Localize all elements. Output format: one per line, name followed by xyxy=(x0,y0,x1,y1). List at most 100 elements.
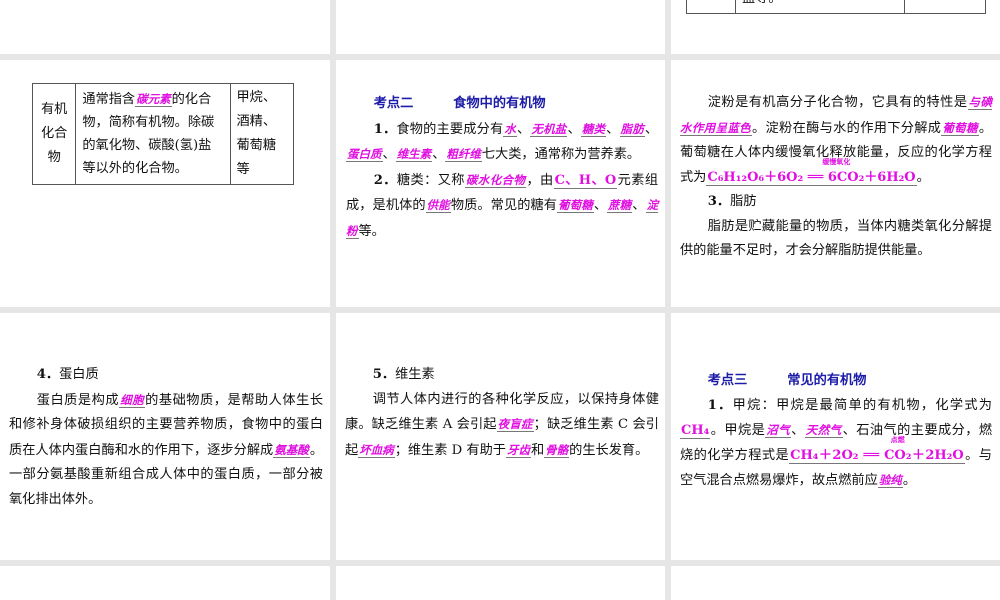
text: 、 xyxy=(791,423,805,438)
text: 。 xyxy=(902,473,916,488)
answer-blank: 碳水化合物 xyxy=(464,172,527,188)
text: 七大类，通常称为营养素。 xyxy=(481,147,641,162)
item-number: 3． xyxy=(707,194,731,209)
section-heading: 考点三 常见的有机物 xyxy=(707,373,867,388)
answer-blank: 无机盐 xyxy=(530,121,568,137)
answer-blank: 沼气 xyxy=(765,423,792,438)
text: 、 xyxy=(632,198,646,213)
slide-5-body: 考点二 食物中的有机物 1．食物的主要成分有水、无机盐、糖类、脂肪、蛋白质、维生素… xyxy=(346,92,658,244)
slide-8: 5．维生素 调节人体内进行的各种化学反应，以保持身体健康。缺乏维生素 A 会引起夜… xyxy=(336,313,665,560)
answer-blank: 夜盲症 xyxy=(496,417,534,432)
slide-6-body: 淀粉是有机高分子化合物，它具有的特性是与碘水作用呈蓝色。淀粉在酶与水的作用下分解… xyxy=(680,90,992,264)
answer-blank: 脂肪 xyxy=(619,121,645,137)
slide-1 xyxy=(0,0,330,54)
paragraphs: 1．甲烷：甲烷是最简单的有机物，化学式为CH₄。甲烷是沼气、天然气、石油气的主要… xyxy=(680,394,992,494)
answer-blank: C、H、O xyxy=(553,172,618,189)
organic-compound-table: 有机化合物 通常指含碳元素的化合物，简称有机物。除碳的氧化物、碳酸(氢)盐等以外… xyxy=(31,83,294,185)
paragraph: 4．蛋白质 xyxy=(9,363,323,388)
paragraph: 调节人体内进行的各种化学反应，以保持身体健康。缺乏维生素 A 会引起夜盲症；缺乏… xyxy=(345,388,659,464)
item-number: 1． xyxy=(707,397,733,413)
text: 、 xyxy=(517,121,531,137)
text: 、 xyxy=(382,147,396,162)
slide-7-body: 4．蛋白质 蛋白质是构成细胞的基础物质，是帮助人体生长和修补身体破损组织的主要营养… xyxy=(9,363,323,512)
text: 、 xyxy=(606,121,620,137)
answer-blank: 天然气 xyxy=(804,423,843,438)
text: 、 xyxy=(593,198,608,213)
text: 物质。常见的糖有 xyxy=(450,198,558,213)
text: 和 xyxy=(530,442,545,458)
answer-blank: 蛋白质 xyxy=(346,147,383,162)
answer-blank: 牙齿 xyxy=(505,442,531,458)
item-number: 1． xyxy=(373,121,397,137)
text: 。淀粉在酶与水的作用下分解成 xyxy=(752,120,942,136)
text: 等。 xyxy=(358,223,385,239)
answer-blank: 碳元素 xyxy=(135,92,172,107)
paragraph: 1．食物的主要成分有水、无机盐、糖类、脂肪、蛋白质、维生素、粗纤维七大类，通常称… xyxy=(346,117,658,168)
text: 淀粉是有机高分子化合物，它具有的特性是 xyxy=(707,95,968,110)
table-examples: 甲烷、酒精、葡萄糖等 xyxy=(229,83,294,185)
text: 糖类：又称 xyxy=(396,172,465,188)
slide-10 xyxy=(0,566,330,600)
text: 食物的主要成分有 xyxy=(396,121,504,137)
equation: CH₄＋2O₂ ══ CO₂＋2H₂O xyxy=(790,447,964,463)
slide-3: 盐等。 xyxy=(671,0,1000,54)
table-definition: 通常指含碳元素的化合物，简称有机物。除碳的氧化物、碳酸(氢)盐等以外的化合物。 xyxy=(75,83,231,185)
answer-blank: 骨骼 xyxy=(544,442,570,458)
answer-blank: 点燃 CH₄＋2O₂ ══ CO₂＋2H₂O xyxy=(789,435,965,464)
answer-blank: 供能 xyxy=(425,198,451,213)
answer-blank: 验纯 xyxy=(877,473,903,488)
slide-5: 考点二 食物中的有机物 1．食物的主要成分有水、无机盐、糖类、脂肪、蛋白质、维生素… xyxy=(336,60,665,307)
item-number: 2． xyxy=(373,172,397,188)
table-term: 有机化合物 xyxy=(31,83,77,185)
answer-blank: 葡萄糖 xyxy=(557,198,594,213)
text: 甲烷：甲烷是最简单的有机物，化学式为 xyxy=(732,397,992,413)
reaction-condition: 缓慢氧化 xyxy=(822,156,851,166)
answer-blank: 坏血病 xyxy=(358,442,395,458)
text: 脂肪是贮藏能量的物质，当体内糖类氧化分解提供的能量不足时，才会分解脂肪提供能量。 xyxy=(680,218,992,259)
answer-blank: 蔗糖 xyxy=(607,198,633,213)
text: 、 xyxy=(567,121,581,137)
answer-blank: 细胞 xyxy=(119,392,146,408)
slide-6: 淀粉是有机高分子化合物，它具有的特性是与碘水作用呈蓝色。淀粉在酶与水的作用下分解… xyxy=(671,60,1000,307)
section-heading: 考点二 食物中的有机物 xyxy=(373,96,546,111)
slide-11 xyxy=(336,566,665,600)
table-tail-text: 盐等。 xyxy=(735,0,905,14)
slide-2 xyxy=(336,0,665,54)
text: 。甲烷是 xyxy=(710,423,766,438)
item-number: 5． xyxy=(372,367,396,382)
paragraph: 3．脂肪 xyxy=(680,190,992,215)
text: ，由 xyxy=(526,172,554,188)
text: 蛋白质 xyxy=(59,367,99,382)
compound-table-tail: 盐等。 xyxy=(686,0,986,14)
text: ；维生素 D 有助于 xyxy=(394,442,506,458)
answer-blank: CH₄ xyxy=(680,423,711,439)
text: 。 xyxy=(916,169,930,185)
text: 、 xyxy=(644,121,659,137)
text: 通常指含 xyxy=(82,92,136,107)
answer-blank: 葡萄糖 xyxy=(941,120,979,136)
slide-8-body: 5．维生素 调节人体内进行的各种化学反应，以保持身体健康。缺乏维生素 A 会引起夜… xyxy=(345,363,659,463)
reaction-condition: 点燃 xyxy=(890,434,905,444)
text: 脂肪 xyxy=(730,194,757,209)
slide-7: 4．蛋白质 蛋白质是构成细胞的基础物质，是帮助人体生长和修补身体破损组织的主要营养… xyxy=(0,313,330,560)
slide-4: 有机化合物 通常指含碳元素的化合物，简称有机物。除碳的氧化物、碳酸(氢)盐等以外… xyxy=(0,60,330,307)
paragraph: 5．维生素 xyxy=(345,363,659,388)
equation: C₆H₁₂O₆＋6O₂ ══ 6CO₂＋6H₂O xyxy=(707,169,916,185)
slide-9-body: 考点三 常见的有机物 1．甲烷：甲烷是最简单的有机物，化学式为 CH₄。甲烷是沼气、… xyxy=(680,369,992,494)
answer-blank: 缓慢氧化 C₆H₁₂O₆＋6O₂ ══ 6CO₂＋6H₂O xyxy=(706,157,917,186)
text: 维生素 xyxy=(395,367,435,382)
slide-9: 考点三 常见的有机物 1．甲烷：甲烷是最简单的有机物，化学式为 CH₄。甲烷是沼气、… xyxy=(671,313,1000,560)
answer-blank: 维生素 xyxy=(395,147,433,162)
paragraph: 脂肪是贮藏能量的物质，当体内糖类氧化分解提供的能量不足时，才会分解脂肪提供能量。 xyxy=(680,215,992,264)
paragraphs: 1．食物的主要成分有水、无机盐、糖类、脂肪、蛋白质、维生素、粗纤维七大类，通常称… xyxy=(346,117,658,245)
paragraph: 淀粉是有机高分子化合物，它具有的特性是与碘水作用呈蓝色。淀粉在酶与水的作用下分解… xyxy=(680,90,992,190)
answer-blank: 水 xyxy=(503,121,518,137)
text: 蛋白质是构成 xyxy=(36,392,120,408)
text: 、 xyxy=(432,147,446,162)
paragraph: 2．糖类：又称碳水化合物，由C、H、O元素组成，是机体的供能物质。常见的糖有葡萄… xyxy=(346,168,659,245)
answer-blank: 氨基酸 xyxy=(273,442,310,458)
paragraph: 1．甲烷：甲烷是最简单的有机物，化学式为CH₄。甲烷是沼气、天然气、石油气的主要… xyxy=(680,394,992,494)
item-number: 4． xyxy=(36,367,60,382)
paragraph: 蛋白质是构成细胞的基础物质，是帮助人体生长和修补身体破损组织的主要营养物质，食物… xyxy=(9,388,323,513)
text: 的生长发育。 xyxy=(569,442,649,458)
